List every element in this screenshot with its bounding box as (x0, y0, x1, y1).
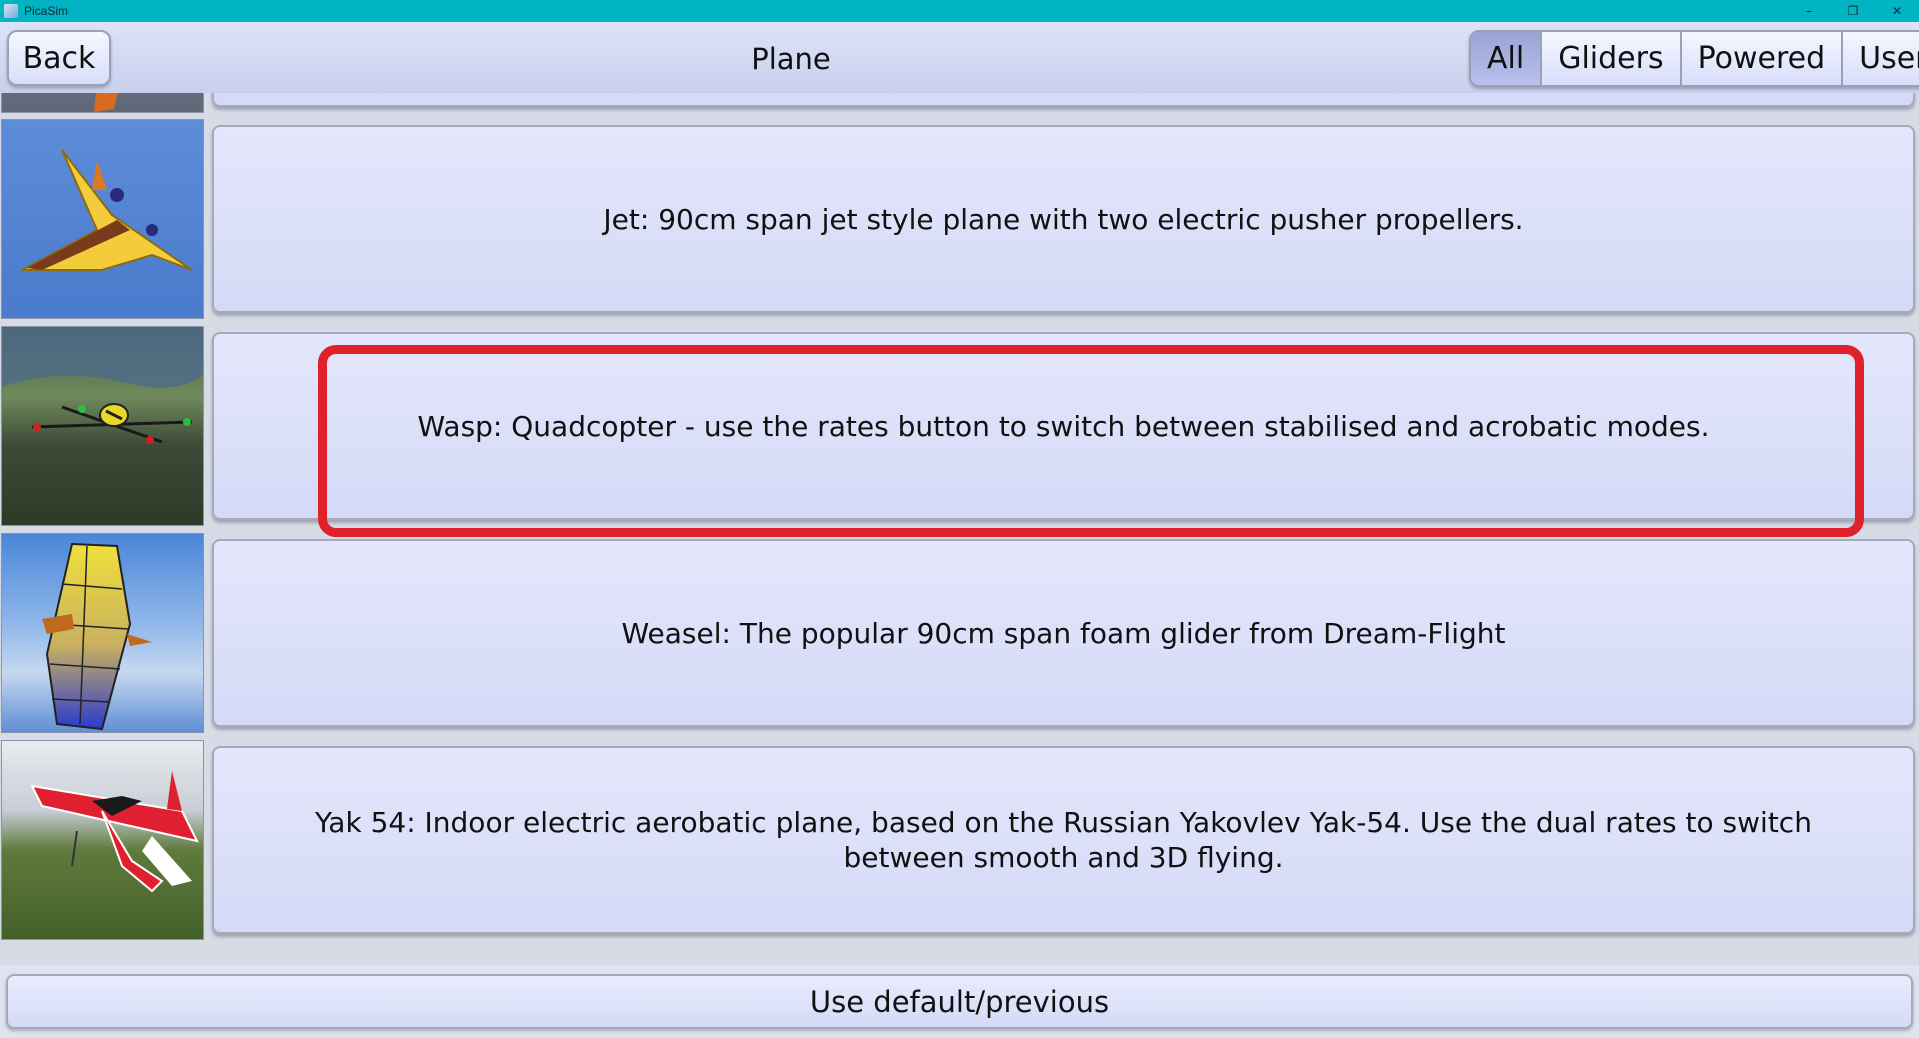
filter-powered-button[interactable]: Powered (1682, 32, 1844, 85)
plane-thumbnail[interactable] (1, 740, 204, 940)
plane-row: Weasel: The popular 90cm span foam glide… (0, 533, 1919, 739)
app-icon (4, 4, 18, 18)
plane-thumbnail[interactable] (1, 326, 204, 526)
header-bar: Back Plane All Gliders Powered User (0, 22, 1919, 93)
page-title: Plane (751, 42, 831, 76)
plane-select-button[interactable] (212, 93, 1915, 107)
plane-select-button[interactable]: Weasel: The popular 90cm span foam glide… (212, 539, 1915, 727)
window-titlebar: PicaSim – ❐ ✕ (0, 0, 1919, 22)
plane-select-button[interactable]: Jet: 90cm span jet style plane with two … (212, 125, 1915, 313)
filter-all-button[interactable]: All (1471, 32, 1543, 85)
plane-thumbnail[interactable] (1, 93, 204, 113)
window-title: PicaSim (24, 4, 69, 18)
footer-bar: Use default/previous (0, 965, 1919, 1038)
plane-thumbnail[interactable] (1, 119, 204, 319)
minimize-icon[interactable]: – (1787, 0, 1831, 22)
plane-row: Jet: 90cm span jet style plane with two … (0, 119, 1919, 325)
use-default-button[interactable]: Use default/previous (6, 974, 1913, 1029)
plane-row: Wasp: Quadcopter - use the rates button … (0, 326, 1919, 532)
plane-list[interactable]: Jet: 90cm span jet style plane with two … (0, 93, 1919, 965)
plane-row: Yak 54: Indoor electric aerobatic plane,… (0, 740, 1919, 946)
close-icon[interactable]: ✕ (1875, 0, 1919, 22)
filter-gliders-button[interactable]: Gliders (1542, 32, 1682, 85)
plane-thumbnail[interactable] (1, 533, 204, 733)
filter-user-button[interactable]: User (1843, 32, 1919, 85)
maximize-icon[interactable]: ❐ (1831, 0, 1875, 22)
filter-tabs: All Gliders Powered User (1469, 30, 1919, 87)
plane-row (0, 93, 1919, 119)
plane-select-button[interactable]: Yak 54: Indoor electric aerobatic plane,… (212, 746, 1915, 934)
plane-select-button[interactable]: Wasp: Quadcopter - use the rates button … (212, 332, 1915, 520)
